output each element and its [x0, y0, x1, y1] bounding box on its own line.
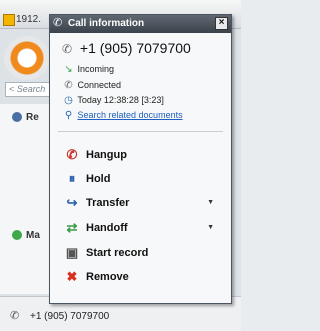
clock-icon: ◷ — [64, 95, 73, 106]
start-record-label: Start record — [86, 247, 149, 259]
popup-title: Call information — [68, 18, 145, 29]
popup-titlebar: ✆ Call information × — [50, 15, 231, 33]
call-information-popup: ✆ Call information × ✆ +1 (905) 7079700 … — [49, 14, 232, 304]
remove-label: Remove — [86, 271, 129, 283]
background-search-input[interactable]: < Search — [5, 82, 54, 97]
background-title: 1912. — [16, 14, 42, 25]
transfer-button[interactable]: ↪ Transfer ▼ — [64, 195, 224, 213]
search-icon: ⚲ — [64, 110, 73, 121]
call-status-row: ↘ Incoming — [62, 64, 114, 76]
phone-number-text: +1 (905) 7079700 — [79, 40, 191, 56]
app-flag-icon — [3, 14, 15, 26]
phone-number: ✆ +1 (905) 7079700 — [62, 40, 191, 56]
logo-icon — [4, 36, 50, 80]
hangup-label: Hangup — [86, 149, 127, 161]
remove-icon: ✖ — [66, 269, 78, 284]
chevron-down-icon[interactable]: ▼ — [207, 224, 214, 231]
hangup-icon: ✆ — [66, 147, 78, 162]
hold-button[interactable]: ⏸ Hold — [64, 171, 224, 189]
phone-icon: ✆ — [10, 310, 20, 322]
background-row-label[interactable]: Re — [26, 112, 39, 123]
transfer-icon: ↪ — [66, 195, 78, 210]
status-bar-number: +1 (905) 7079700 — [30, 311, 110, 322]
divider — [58, 131, 223, 132]
handoff-icon: ⇄ — [66, 220, 78, 235]
transfer-label: Transfer — [86, 197, 130, 209]
handoff-button[interactable]: ⇄ Handoff ▼ — [64, 220, 224, 238]
chevron-down-icon[interactable]: ▼ — [207, 199, 214, 206]
record-icon: ▣ — [65, 245, 79, 260]
time-row: ◷ Today 12:38:28 [3:23] — [62, 95, 164, 107]
call-status-text: Incoming — [77, 64, 115, 74]
phone-icon: ✆ — [53, 17, 63, 29]
call-time-text: Today 12:38:28 [3:23] — [77, 95, 164, 105]
connected-icon: ✆ — [64, 80, 73, 91]
incoming-icon: ↘ — [64, 64, 73, 75]
group-icon — [12, 112, 22, 122]
background-row-label[interactable]: Ma — [26, 230, 40, 241]
start-record-button[interactable]: ▣ Start record — [64, 245, 224, 263]
search-related-row[interactable]: ⚲ Search related documents — [62, 110, 183, 122]
remove-button[interactable]: ✖ Remove — [64, 269, 224, 287]
close-icon[interactable]: × — [215, 17, 228, 30]
status-online-icon — [12, 230, 22, 240]
connection-row: ✆ Connected — [62, 80, 121, 92]
background-contact-list: Re Ma — [0, 104, 51, 294]
handoff-label: Handoff — [86, 222, 128, 234]
search-related-documents-link[interactable]: Search related documents — [78, 110, 183, 120]
phone-icon: ✆ — [62, 42, 73, 56]
connection-text: Connected — [77, 80, 122, 90]
hold-icon: ⏸ — [68, 171, 76, 186]
hangup-button[interactable]: ✆ Hangup — [64, 147, 224, 165]
hold-label: Hold — [86, 173, 111, 185]
